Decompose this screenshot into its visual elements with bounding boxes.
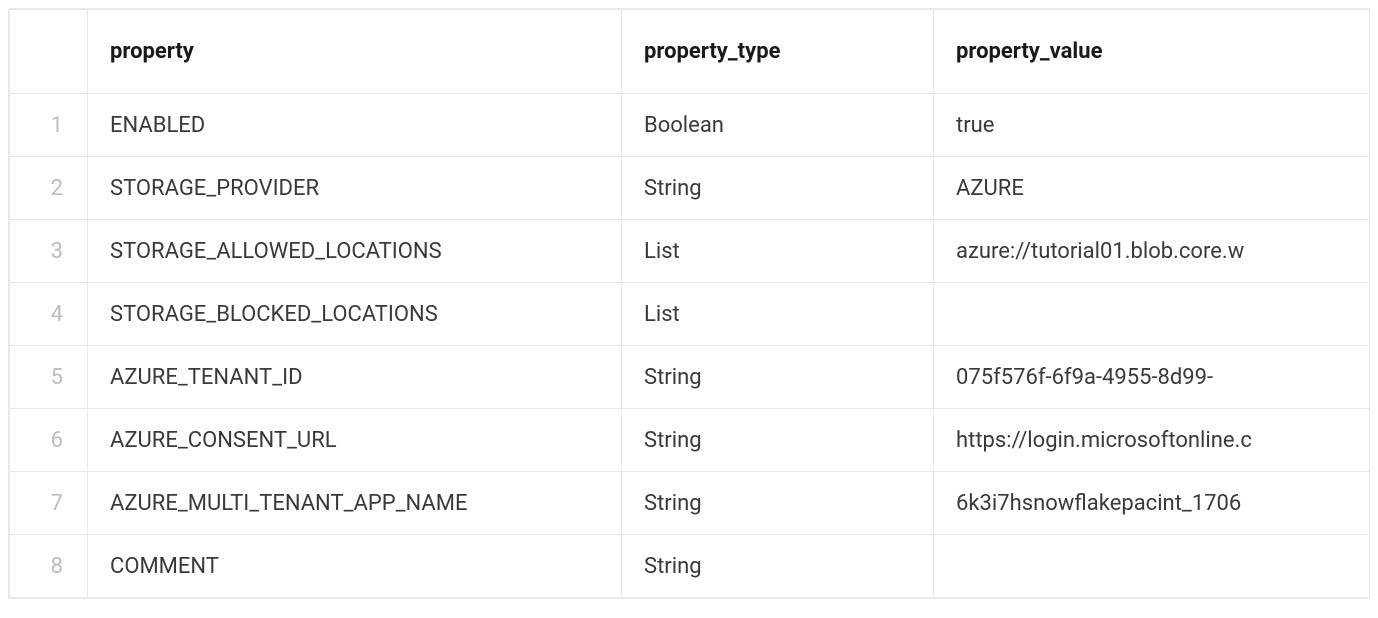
table-row[interactable]: 6AZURE_CONSENT_URLStringhttps://login.mi… [10,409,1371,472]
cell-property-type: Boolean [622,94,934,157]
cell-property: STORAGE_ALLOWED_LOCATIONS [88,220,622,283]
cell-property: AZURE_TENANT_ID [88,346,622,409]
cell-property-type: String [622,346,934,409]
row-number: 1 [10,94,88,157]
cell-property-value: true [934,94,1371,157]
table-header-row: property property_type property_value [10,10,1371,94]
table-row[interactable]: 4STORAGE_BLOCKED_LOCATIONSList [10,283,1371,346]
cell-property-type: String [622,157,934,220]
cell-property-value [934,283,1371,346]
row-number-header [10,10,88,94]
row-number: 8 [10,535,88,598]
cell-property-value: AZURE [934,157,1371,220]
cell-property-value: https://login.microsoftonline.c [934,409,1371,472]
row-number: 3 [10,220,88,283]
row-number: 6 [10,409,88,472]
cell-property-value: azure://tutorial01.blob.core.w [934,220,1371,283]
table-row[interactable]: 5AZURE_TENANT_IDString075f576f-6f9a-4955… [10,346,1371,409]
row-number: 4 [10,283,88,346]
cell-property-type: String [622,535,934,598]
results-table-container: property property_type property_value 1E… [8,8,1370,599]
cell-property: STORAGE_PROVIDER [88,157,622,220]
cell-property: AZURE_MULTI_TENANT_APP_NAME [88,472,622,535]
row-number: 7 [10,472,88,535]
row-number: 5 [10,346,88,409]
column-header-property-value[interactable]: property_value [934,10,1371,94]
cell-property-value: 075f576f-6f9a-4955-8d99- [934,346,1371,409]
cell-property: STORAGE_BLOCKED_LOCATIONS [88,283,622,346]
cell-property: ENABLED [88,94,622,157]
table-row[interactable]: 2STORAGE_PROVIDERStringAZURE [10,157,1371,220]
cell-property-type: String [622,409,934,472]
cell-property-value: 6k3i7hsnowflakepacint_1706 [934,472,1371,535]
table-row[interactable]: 1ENABLEDBooleantrue [10,94,1371,157]
cell-property-type: List [622,283,934,346]
cell-property-type: List [622,220,934,283]
column-header-property[interactable]: property [88,10,622,94]
table-row[interactable]: 7AZURE_MULTI_TENANT_APP_NAMEString6k3i7h… [10,472,1371,535]
column-header-property-type[interactable]: property_type [622,10,934,94]
cell-property: AZURE_CONSENT_URL [88,409,622,472]
row-number: 2 [10,157,88,220]
cell-property: COMMENT [88,535,622,598]
cell-property-value [934,535,1371,598]
cell-property-type: String [622,472,934,535]
results-table: property property_type property_value 1E… [9,9,1370,598]
table-row[interactable]: 3STORAGE_ALLOWED_LOCATIONSListazure://tu… [10,220,1371,283]
table-row[interactable]: 8COMMENTString [10,535,1371,598]
